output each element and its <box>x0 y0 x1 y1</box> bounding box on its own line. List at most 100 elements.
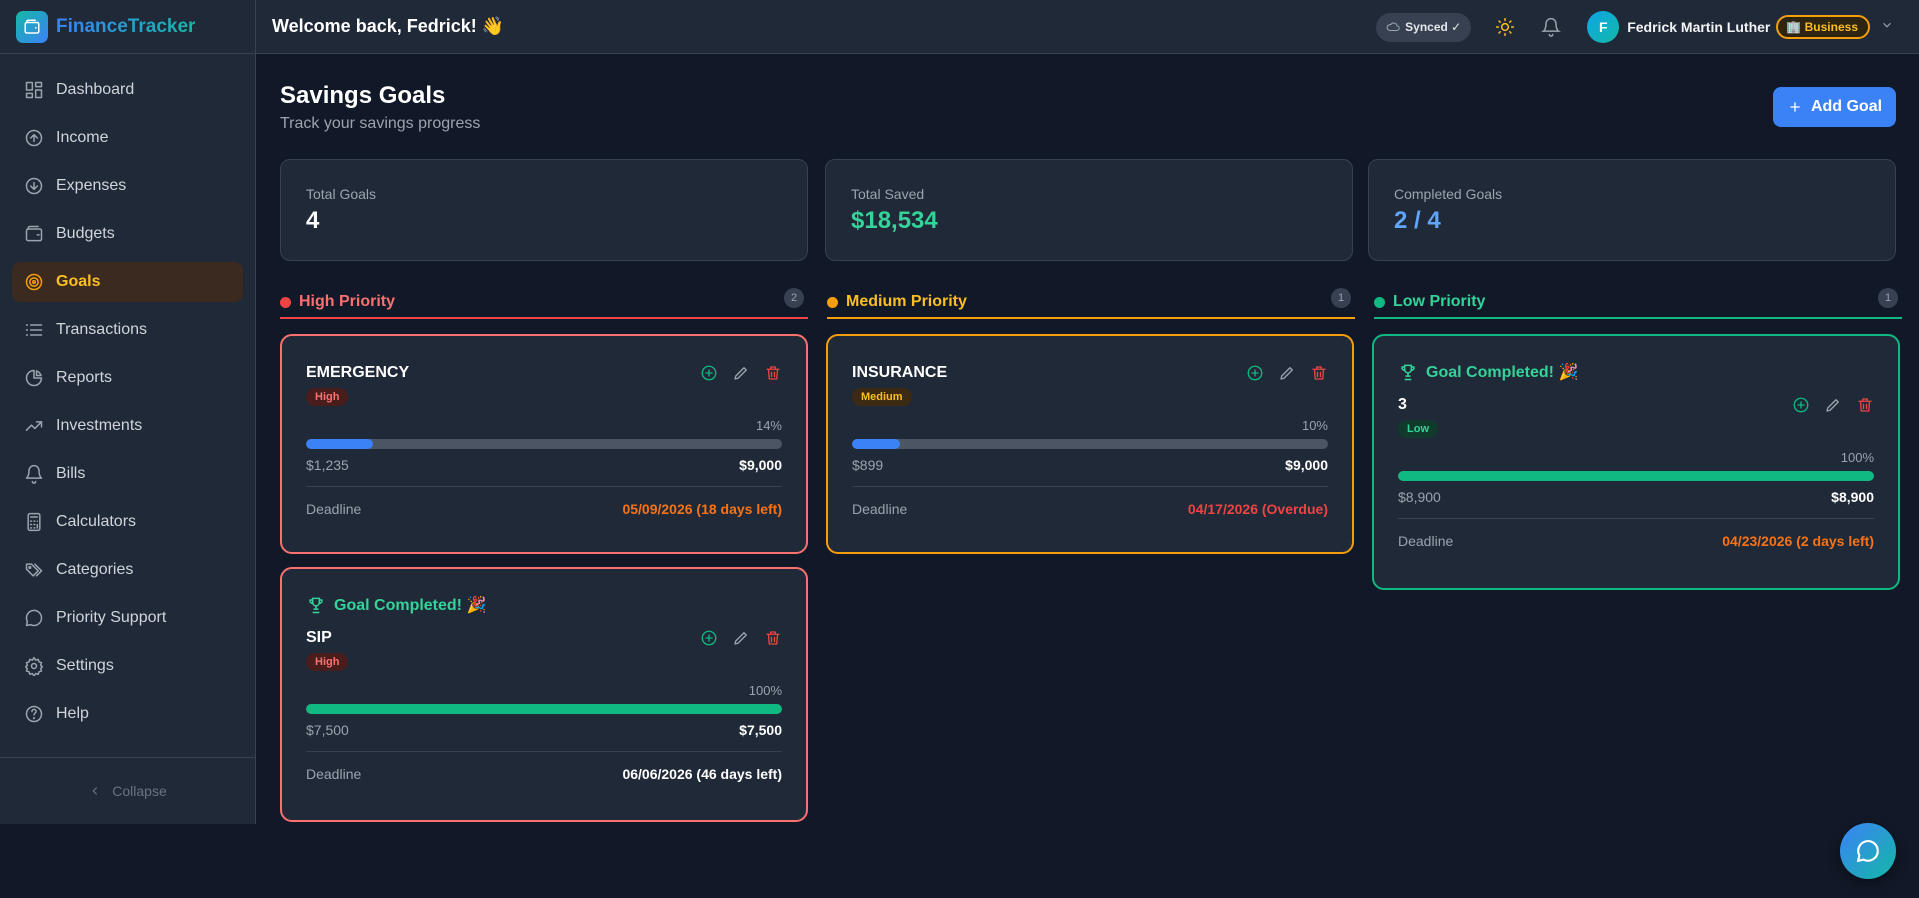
stat-total-saved: Total Saved $18,534 <box>825 159 1353 261</box>
sidebar-item-bills[interactable]: Bills <box>12 454 243 494</box>
edit-icon[interactable] <box>1824 396 1842 414</box>
sidebar-item-label: Calculators <box>56 513 137 530</box>
divider <box>1398 518 1874 519</box>
sidebar-item-income[interactable]: Income <box>12 118 243 158</box>
target-amount: $9,000 <box>1285 457 1328 473</box>
sidebar-item-label: Transactions <box>56 321 147 338</box>
priority-dot <box>280 296 291 308</box>
stat-value: 4 <box>306 207 320 234</box>
deadline-value: 06/06/2026 (46 days left) <box>622 766 782 782</box>
priority-badge: Medium <box>852 388 912 406</box>
sidebar-item-label: Dashboard <box>56 81 135 98</box>
edit-icon[interactable] <box>1278 364 1296 382</box>
expenses-icon <box>25 177 43 195</box>
sidebar-item-investments[interactable]: Investments <box>12 406 243 446</box>
deadline-row: Deadline 05/09/2026 (18 days left) <box>306 501 782 517</box>
column-header-low: Low Priority 1 <box>1374 287 1902 319</box>
goal-completed-banner: Goal Completed! 🎉 <box>1398 362 1874 382</box>
delete-icon[interactable] <box>764 364 782 382</box>
add-funds-icon[interactable] <box>700 629 718 647</box>
sidebar-item-expenses[interactable]: Expenses <box>12 166 243 206</box>
chevron-down-icon <box>1883 22 1891 28</box>
collapse-button[interactable]: Collapse <box>0 757 255 824</box>
sidebar-item-label: Goals <box>56 273 101 290</box>
stat-value: 2 / 4 <box>1394 207 1441 234</box>
stat-label: Total Saved <box>851 186 925 202</box>
sidebar-item-goals[interactable]: Goals <box>12 262 243 302</box>
saved-amount: $899 <box>852 457 884 473</box>
sidebar-item-label: Bills <box>56 465 86 482</box>
sidebar-item-dashboard[interactable]: Dashboard <box>12 70 243 110</box>
chevron-left-icon <box>92 787 98 795</box>
wallet-icon <box>25 225 43 242</box>
sidebar-item-settings[interactable]: Settings <box>12 646 243 686</box>
delete-icon[interactable] <box>764 629 782 647</box>
add-funds-icon[interactable] <box>1246 364 1264 382</box>
goal-actions <box>686 364 782 382</box>
chat-support-button[interactable] <box>1840 823 1896 879</box>
add-funds-icon[interactable] <box>1792 396 1810 414</box>
user-menu-toggle[interactable] <box>1880 18 1894 37</box>
sidebar-item-help[interactable]: Help <box>12 694 243 734</box>
stat-label: Total Goals <box>306 186 377 202</box>
edit-icon[interactable] <box>732 629 750 647</box>
help-icon <box>25 705 43 723</box>
sidebar-item-transactions[interactable]: Transactions <box>12 310 243 350</box>
deadline-label: Deadline <box>306 766 362 782</box>
deadline-label: Deadline <box>306 501 362 517</box>
progress-fill <box>306 704 782 714</box>
trophy-icon <box>1401 364 1415 381</box>
goal-amounts: $899 $9,000 <box>852 457 1328 473</box>
progress-fill <box>1398 471 1874 481</box>
notifications-button[interactable] <box>1539 15 1563 39</box>
sidebar-item-label: Categories <box>56 561 134 578</box>
brand-name: FinanceTracker <box>56 15 196 37</box>
deadline-value: 04/23/2026 (2 days left) <box>1722 533 1874 549</box>
sync-status-badge[interactable]: Synced ✓ <box>1376 12 1472 42</box>
column-header-medium: Medium Priority 1 <box>827 287 1355 319</box>
target-icon <box>25 273 43 291</box>
page-title: Savings Goals <box>280 82 446 109</box>
bell-icon <box>25 464 43 484</box>
avatar[interactable]: F <box>1587 11 1620 43</box>
trending-up-icon <box>25 421 43 431</box>
sidebar-item-label: Priority Support <box>56 609 167 626</box>
column-title: High Priority <box>299 293 396 310</box>
user-name[interactable]: Fedrick Martin Luther <box>1627 19 1770 35</box>
brand[interactable]: FinanceTracker <box>0 0 255 54</box>
goal-card-3: Goal Completed! 🎉 3 Low 100% $8,900 $8,9… <box>1372 334 1900 590</box>
delete-icon[interactable] <box>1310 364 1328 382</box>
column-count-badge: 1 <box>1331 288 1351 308</box>
deadline-row: Deadline 06/06/2026 (46 days left) <box>306 766 782 782</box>
target-amount: $9,000 <box>739 457 782 473</box>
goal-card-emergency: EMERGENCY High 14% $1,235 $9,000 Deadlin… <box>280 334 808 554</box>
sidebar-item-reports[interactable]: Reports <box>12 358 243 398</box>
sidebar-item-label: Investments <box>56 417 143 434</box>
chat-icon <box>25 609 43 627</box>
sidebar-item-label: Budgets <box>56 225 115 242</box>
add-goal-button[interactable]: Add Goal <box>1773 87 1896 127</box>
sidebar-item-budgets[interactable]: Budgets <box>12 214 243 254</box>
welcome-message: Welcome back, Fedrick! 👋 <box>272 16 505 36</box>
wallet-logo-icon <box>16 10 48 43</box>
sidebar-item-categories[interactable]: Categories <box>12 550 243 590</box>
goal-header: 3 Low <box>1398 396 1874 438</box>
target-amount: $7,500 <box>739 722 782 738</box>
progress-percent: 100% <box>748 683 782 698</box>
deadline-label: Deadline <box>852 501 908 517</box>
edit-icon[interactable] <box>732 364 750 382</box>
income-icon <box>25 129 43 147</box>
deadline-value: 05/09/2026 (18 days left) <box>622 501 782 517</box>
pie-chart-icon <box>25 369 43 387</box>
sidebar-item-priority-support[interactable]: Priority Support <box>12 598 243 638</box>
progress-bar <box>306 439 782 449</box>
gear-icon <box>24 656 44 676</box>
topbar: Welcome back, Fedrick! 👋 Synced ✓ F Fedr… <box>256 0 1919 54</box>
delete-icon[interactable] <box>1856 396 1874 414</box>
goal-completed-banner: Goal Completed! 🎉 <box>306 595 782 615</box>
priority-dot <box>827 296 838 308</box>
sidebar-item-calculators[interactable]: Calculators <box>12 502 243 542</box>
saved-amount: $1,235 <box>306 457 349 473</box>
add-funds-icon[interactable] <box>700 364 718 382</box>
theme-toggle-button[interactable] <box>1493 15 1517 39</box>
